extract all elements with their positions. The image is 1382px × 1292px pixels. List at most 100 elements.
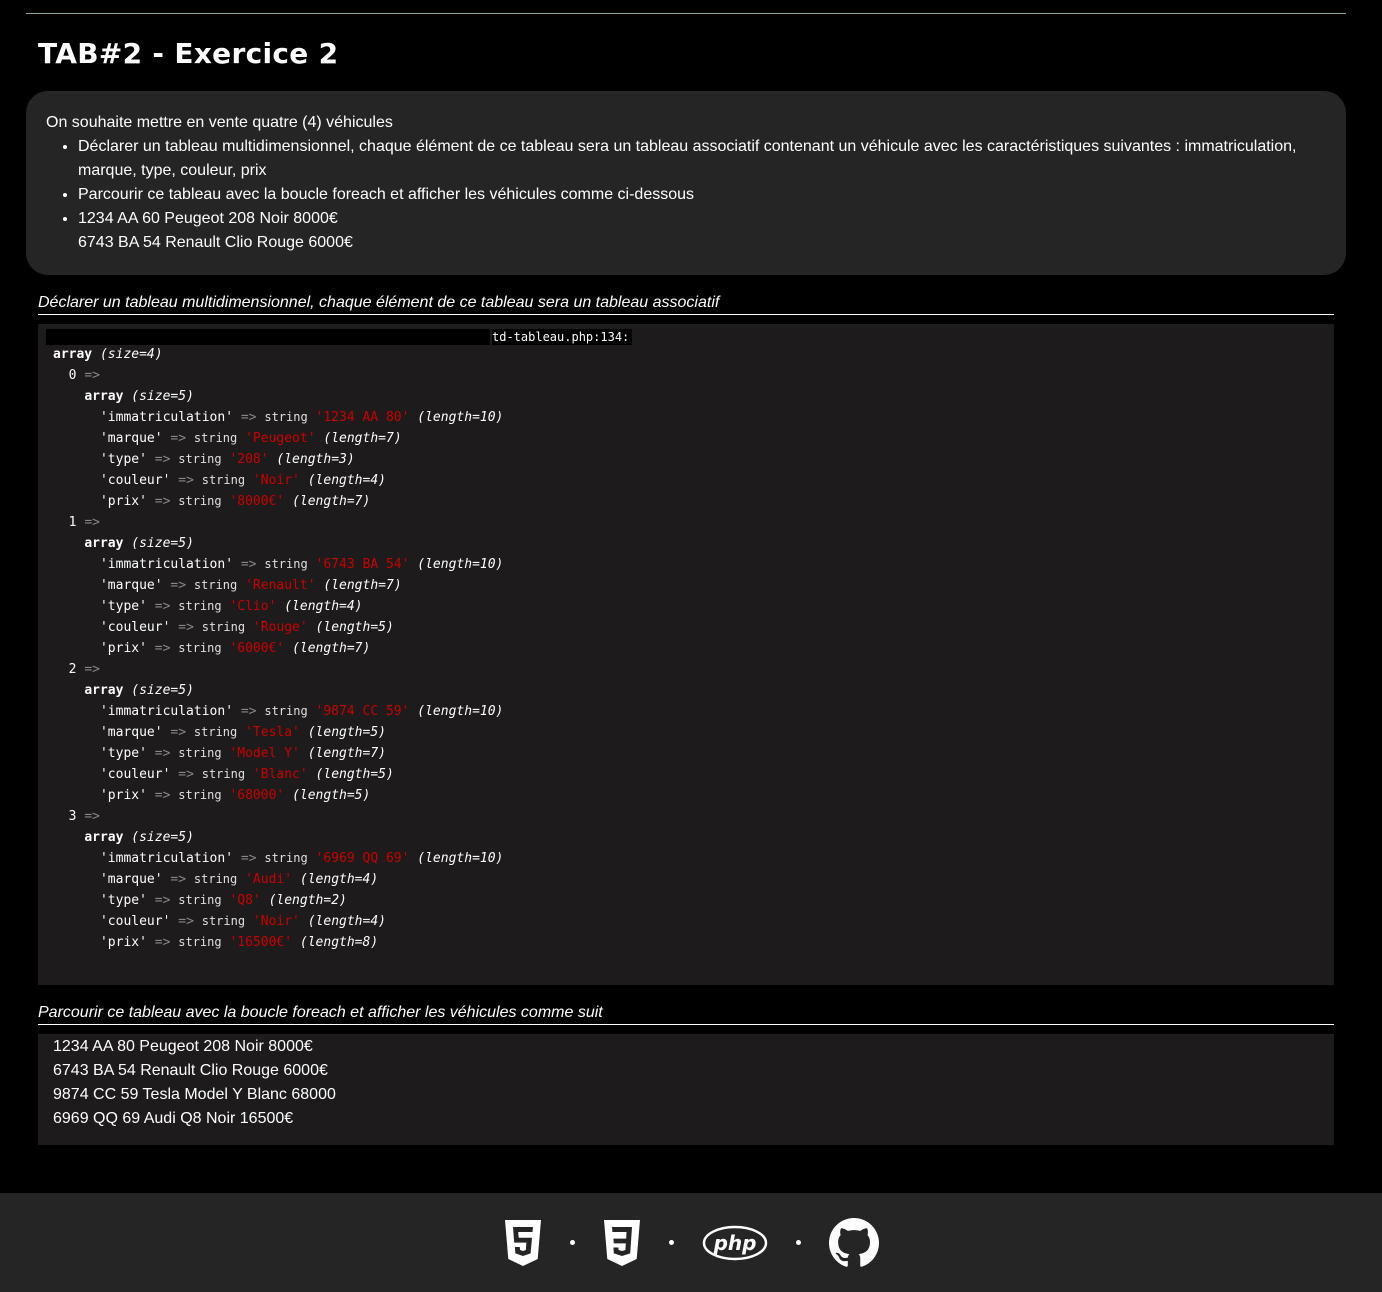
- dump-field-line: 'marque' => string 'Renault' (length=7): [53, 575, 1334, 596]
- dump-field-length: (length=5): [292, 788, 371, 803]
- separator-dot: [569, 1240, 575, 1245]
- dump-field-key: 'type': [99, 599, 147, 614]
- section-title-declare: Déclarer un tableau multidimensionnel, c…: [38, 292, 1334, 315]
- dump-arrow: =>: [178, 767, 194, 782]
- dump-index: 1: [68, 515, 77, 530]
- dump-field-value: 'Tesla': [245, 725, 300, 740]
- dump-field-key: 'type': [99, 746, 147, 761]
- dump-field-line: 'immatriculation' => string '6743 BA 54'…: [53, 554, 1334, 575]
- dump-field-line: 'type' => string 'Model Y' (length=7): [53, 743, 1334, 764]
- dump-header: td-tableau.php:134:: [46, 329, 633, 345]
- dump-type: string: [193, 872, 238, 886]
- dump-field-key: 'prix': [99, 788, 147, 803]
- php-icon[interactable]: php: [702, 1224, 768, 1262]
- dump-field-line: 'immatriculation' => string '6969 QQ 69'…: [53, 848, 1334, 869]
- dump-field-length: (length=3): [276, 452, 355, 467]
- dump-type: string: [178, 893, 222, 907]
- dump-field-length: (length=2): [268, 893, 347, 908]
- dump-field-key: 'couleur': [99, 767, 171, 782]
- dump-field-value: 'Noir': [252, 473, 300, 488]
- dump-field-length: (length=4): [299, 872, 379, 887]
- dump-array-line: array (size=5): [53, 680, 1334, 701]
- dump-field-line: 'couleur' => string 'Blanc' (length=5): [53, 764, 1334, 785]
- dump-field-value: '6000€': [229, 641, 285, 656]
- dump-field-value: '9874 CC 59': [315, 704, 410, 719]
- dump-array-line: array (size=5): [53, 533, 1334, 554]
- dump-field-key: 'couleur': [99, 914, 171, 929]
- dump-field-length: (length=7): [323, 431, 402, 446]
- separator-dot: [795, 1240, 801, 1245]
- dump-field-value: '6969 QQ 69': [315, 851, 410, 866]
- php-icon-label: php: [712, 1231, 756, 1255]
- dump-array-label: array: [84, 683, 124, 698]
- dump-field-value: '1234 AA 80': [315, 410, 410, 425]
- dump-field-line: 'immatriculation' => string '9874 CC 59'…: [53, 701, 1334, 722]
- dump-type: string: [193, 578, 238, 592]
- dump-type: string: [178, 494, 222, 508]
- dump-field-length: (length=7): [307, 746, 386, 761]
- dump-field-key: 'immatriculation': [99, 410, 234, 425]
- dump-arrow: =>: [154, 935, 171, 950]
- dump-arrow: =>: [240, 410, 257, 425]
- dump-field-length: (length=7): [292, 494, 371, 509]
- intro-item: Déclarer un tableau multidimensionnel, c…: [78, 135, 1326, 183]
- dump-type: string: [264, 557, 308, 571]
- dump-root-label: array: [53, 347, 93, 362]
- example-line: 1234 AA 60 Peugeot 208 Noir 8000€: [78, 210, 338, 227]
- dump-array-label: array: [84, 536, 124, 551]
- dump-arrow: =>: [84, 809, 100, 824]
- dump-arrow: =>: [84, 515, 100, 530]
- dump-index-line: 1 =>: [53, 512, 1334, 533]
- dump-arrow: =>: [154, 452, 171, 467]
- dump-field-line: 'couleur' => string 'Noir' (length=4): [53, 911, 1334, 932]
- dump-arrow: =>: [170, 578, 187, 593]
- dump-field-length: (length=4): [284, 599, 363, 614]
- dump-arrow: =>: [170, 872, 187, 887]
- dump-field-value: 'Renault': [245, 578, 316, 593]
- dump-arrow: =>: [154, 641, 171, 656]
- dump-type: string: [264, 410, 308, 424]
- separator-dot: [668, 1240, 674, 1245]
- dump-arrow: =>: [178, 620, 194, 635]
- dump-type: string: [193, 725, 238, 739]
- dump-type: string: [178, 452, 222, 466]
- dump-field-value: '8000€': [229, 494, 285, 509]
- dump-array-size: (size=5): [131, 830, 194, 845]
- dump-field-line: 'marque' => string 'Audi' (length=4): [53, 869, 1334, 890]
- dump-type: string: [264, 704, 308, 718]
- redacted-path: [46, 329, 490, 345]
- dump-field-key: 'immatriculation': [99, 704, 234, 719]
- dump-root-size: (size=4): [99, 347, 163, 362]
- dump-arrow: =>: [178, 473, 194, 488]
- dump-field-length: (length=10): [417, 704, 504, 719]
- example-line: 6743 BA 54 Renault Clio Rouge 6000€: [78, 234, 353, 251]
- dump-field-length: (length=4): [307, 473, 386, 488]
- dump-field-line: 'prix' => string '8000€' (length=7): [53, 491, 1334, 512]
- dump-entries: 0 => array (size=5) 'immatriculation' =>…: [53, 365, 1334, 953]
- dump-array-label: array: [84, 830, 124, 845]
- dump-arrow: =>: [240, 557, 257, 572]
- output-line: 6743 BA 54 Renault Clio Rouge 6000€: [53, 1062, 328, 1079]
- dump-field-length: (length=5): [315, 620, 394, 635]
- intro-lead: On souhaite mettre en vente quatre (4) v…: [46, 114, 393, 131]
- dump-root-line: array (size=4): [53, 344, 1334, 365]
- dump-type: string: [178, 935, 222, 949]
- dump-field-value: 'Q8': [229, 893, 261, 908]
- dump-field-line: 'prix' => string '6000€' (length=7): [53, 638, 1334, 659]
- dump-field-key: 'prix': [99, 494, 147, 509]
- css3-icon[interactable]: [603, 1219, 641, 1266]
- dump-field-key: 'marque': [99, 725, 163, 740]
- dump-field-value: 'Noir': [252, 914, 300, 929]
- html5-icon[interactable]: [504, 1219, 542, 1266]
- dump-field-value: 'Peugeot': [245, 431, 316, 446]
- github-icon[interactable]: [828, 1217, 879, 1268]
- dump-field-key: 'couleur': [99, 473, 171, 488]
- dump-field-line: 'couleur' => string 'Rouge' (length=5): [53, 617, 1334, 638]
- intro-item: Parcourir ce tableau avec la boucle fore…: [78, 183, 1326, 207]
- page-title: TAB#2 - Exercice 2: [38, 37, 339, 70]
- dump-field-key: 'marque': [99, 431, 163, 446]
- dump-field-key: 'type': [99, 452, 147, 467]
- section-title-foreach: Parcourir ce tableau avec la boucle fore…: [38, 1002, 1334, 1025]
- dump-field-value: 'Audi': [245, 872, 293, 887]
- dump-field-key: 'immatriculation': [99, 557, 234, 572]
